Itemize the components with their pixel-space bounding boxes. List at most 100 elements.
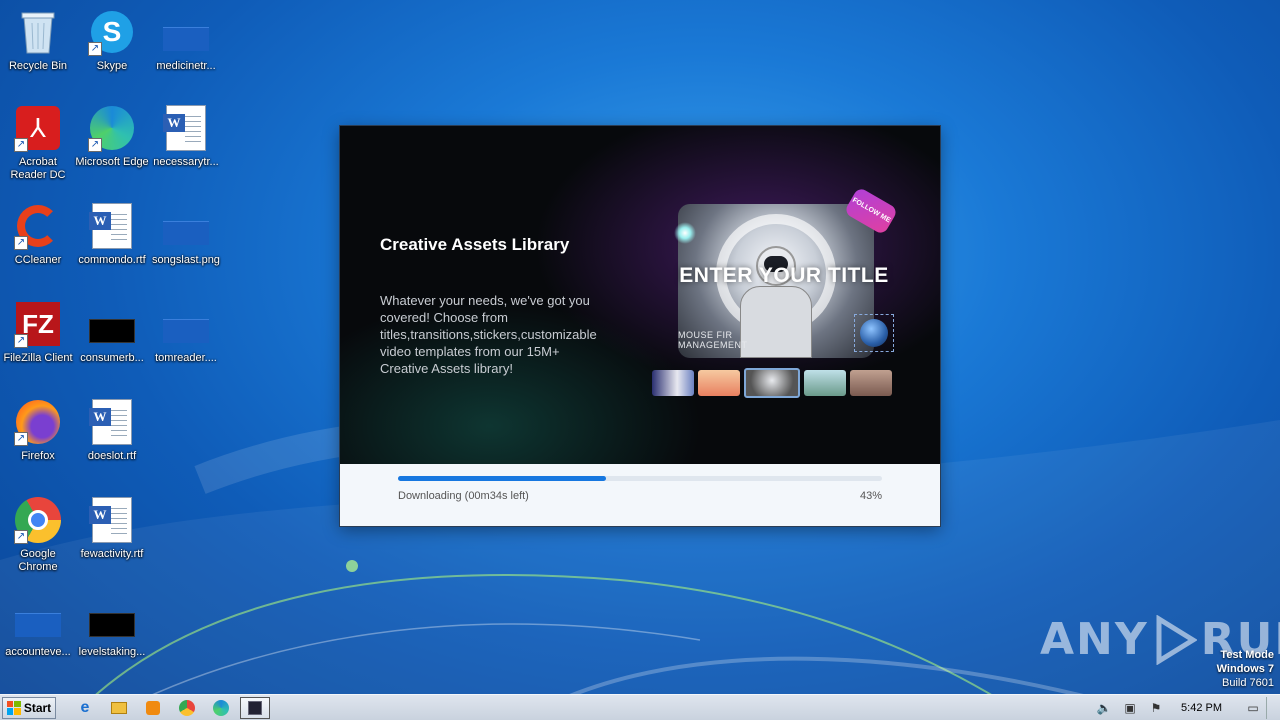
desktop-icon-songslast[interactable]: songslast.png — [148, 202, 224, 292]
taskbar-media-player-button[interactable] — [138, 697, 168, 719]
word-doc-icon: W — [88, 398, 136, 446]
media-player-icon — [146, 700, 160, 715]
word-doc-icon: W — [88, 202, 136, 250]
icon-label: Skype — [96, 60, 128, 72]
template-thumbnail-selected — [744, 368, 800, 398]
firefox-icon: ↗ — [14, 398, 62, 446]
blank-file-icon — [162, 202, 210, 250]
edge-icon — [213, 699, 229, 716]
shortcut-arrow-icon: ↗ — [88, 42, 102, 56]
shortcut-arrow-icon: ↗ — [14, 530, 28, 544]
build-text: Build 7601 — [1222, 677, 1274, 689]
test-mode-text: Test Mode — [1220, 649, 1274, 661]
taskbar: Start e 🔈 ▣ ⚑ 5:42 PM ▭ — [0, 694, 1280, 720]
icon-label: Recycle Bin — [8, 60, 68, 72]
desktop-icon-necessarytr[interactable]: W necessarytr... — [148, 104, 224, 194]
desktop-icon-consumerb[interactable]: consumerb... — [74, 300, 150, 390]
desktop-icon-chrome[interactable]: ↗ Google Chrome — [0, 496, 76, 586]
icon-label: consumerb... — [80, 352, 144, 364]
start-label: Start — [23, 700, 52, 715]
template-thumbnail — [804, 370, 846, 396]
taskbar-explorer-button[interactable] — [104, 697, 134, 719]
globe-icon — [860, 319, 888, 347]
system-tray: 🔈 ▣ ⚑ 5:42 PM ▭ — [1091, 696, 1280, 719]
windows-version-text: Windows 7 — [1216, 663, 1274, 675]
acrobat-icon: ⅄ ↗ — [14, 104, 62, 152]
progress-status-text: Downloading (00m34s left) — [398, 490, 529, 502]
icon-label: tomreader.... — [155, 352, 217, 364]
progress-bar-fill — [398, 476, 607, 481]
ie-icon: e — [80, 698, 90, 716]
desktop-icon-doeslot[interactable]: W doeslot.rtf — [74, 398, 150, 488]
word-doc-icon: W — [162, 104, 210, 152]
black-thumb-icon — [88, 300, 136, 348]
banner-description: Whatever your needs, we've got you cover… — [380, 293, 597, 376]
sticker-selection-box — [854, 314, 894, 352]
shortcut-arrow-icon: ↗ — [14, 334, 28, 348]
desktop-icon-levelstaking[interactable]: levelstaking... — [74, 594, 150, 684]
skype-icon: S ↗ — [88, 8, 136, 56]
chrome-icon: ↗ — [14, 496, 62, 544]
desktop-icon-edge[interactable]: ↗ Microsoft Edge — [74, 104, 150, 194]
installer-icon — [248, 700, 262, 715]
desktop-icon-skype[interactable]: S ↗ Skype — [74, 8, 150, 98]
network-icon[interactable]: ▣ — [1120, 700, 1140, 716]
icon-label: fewactivity.rtf — [80, 548, 144, 560]
desktop-icon-medicinetr[interactable]: medicinetr... — [148, 8, 224, 98]
desktop-icon-acrobat[interactable]: ⅄ ↗ Acrobat Reader DC — [0, 104, 76, 194]
template-thumbnail — [698, 370, 740, 396]
word-doc-icon: W — [88, 496, 136, 544]
template-thumbnail-strip — [652, 368, 892, 398]
icon-label: Firefox — [21, 450, 55, 462]
taskbar-ie-button[interactable]: e — [70, 697, 100, 719]
icon-label: accounteve... — [5, 646, 71, 658]
taskbar-installer-button[interactable] — [240, 696, 270, 719]
volume-icon[interactable]: 🔈 — [1094, 700, 1114, 716]
start-button[interactable]: Start — [2, 696, 56, 719]
icon-label: medicinetr... — [156, 60, 216, 72]
download-progress-area: Downloading (00m34s left) 43% — [340, 464, 940, 526]
explorer-icon — [111, 701, 127, 714]
shortcut-arrow-icon: ↗ — [88, 138, 102, 152]
show-desktop-button[interactable] — [1266, 696, 1280, 719]
display-icon[interactable]: ▭ — [1243, 700, 1263, 716]
recycle-bin-icon — [14, 8, 62, 56]
installer-banner: Creative Assets Library Whatever your ne… — [340, 126, 940, 464]
preview-title-text: ENTER YOUR TITLE — [679, 264, 889, 287]
desktop-icon-ccleaner[interactable]: ↗ CCleaner — [0, 202, 76, 292]
icon-label: commondo.rtf — [78, 254, 146, 266]
desktop-icon-fewactivity[interactable]: W fewactivity.rtf — [74, 496, 150, 586]
desktop-icon-commondo[interactable]: W commondo.rtf — [74, 202, 150, 292]
filezilla-icon: FZ ↗ — [14, 300, 62, 348]
black-thumb-icon — [88, 594, 136, 642]
blank-file-icon — [162, 300, 210, 348]
banner-title: Creative Assets Library — [380, 235, 570, 254]
icon-label: levelstaking... — [78, 646, 146, 658]
template-thumbnail — [652, 370, 694, 396]
icon-label: doeslot.rtf — [87, 450, 137, 462]
play-logo-icon — [1156, 614, 1197, 665]
action-center-flag-icon[interactable]: ⚑ — [1146, 700, 1166, 716]
taskbar-chrome-button[interactable] — [172, 697, 202, 719]
desktop-icon-recycle-bin[interactable]: Recycle Bin — [0, 8, 76, 98]
icon-label: CCleaner — [14, 254, 62, 266]
desktop-icon-filezilla[interactable]: FZ ↗ FileZilla Client — [0, 300, 76, 390]
desktop-icon-accounteve[interactable]: accounteve... — [0, 594, 76, 684]
taskbar-edge-button[interactable] — [206, 697, 236, 719]
blank-file-icon — [14, 594, 62, 642]
icon-label: Acrobat Reader DC — [10, 156, 66, 181]
preview-subtitle-text: MOUSE FIR MANAGEMENT — [678, 330, 748, 350]
shortcut-arrow-icon: ↗ — [14, 432, 28, 446]
progress-percent: 43% — [859, 490, 882, 502]
ccleaner-icon: ↗ — [14, 202, 62, 250]
template-thumbnail — [850, 370, 892, 396]
shortcut-arrow-icon: ↗ — [14, 236, 28, 250]
installer-window[interactable]: Creative Assets Library Whatever your ne… — [340, 126, 940, 526]
clock[interactable]: 5:42 PM — [1181, 702, 1222, 714]
desktop-icon-firefox[interactable]: ↗ Firefox — [0, 398, 76, 488]
blank-file-icon — [162, 8, 210, 56]
desktop-icon-tomreader[interactable]: tomreader.... — [148, 300, 224, 390]
os-info: Test Mode Windows 7 Build 7601 — [1217, 648, 1274, 690]
edge-icon: ↗ — [88, 104, 136, 152]
icon-label: Google Chrome — [18, 548, 58, 573]
